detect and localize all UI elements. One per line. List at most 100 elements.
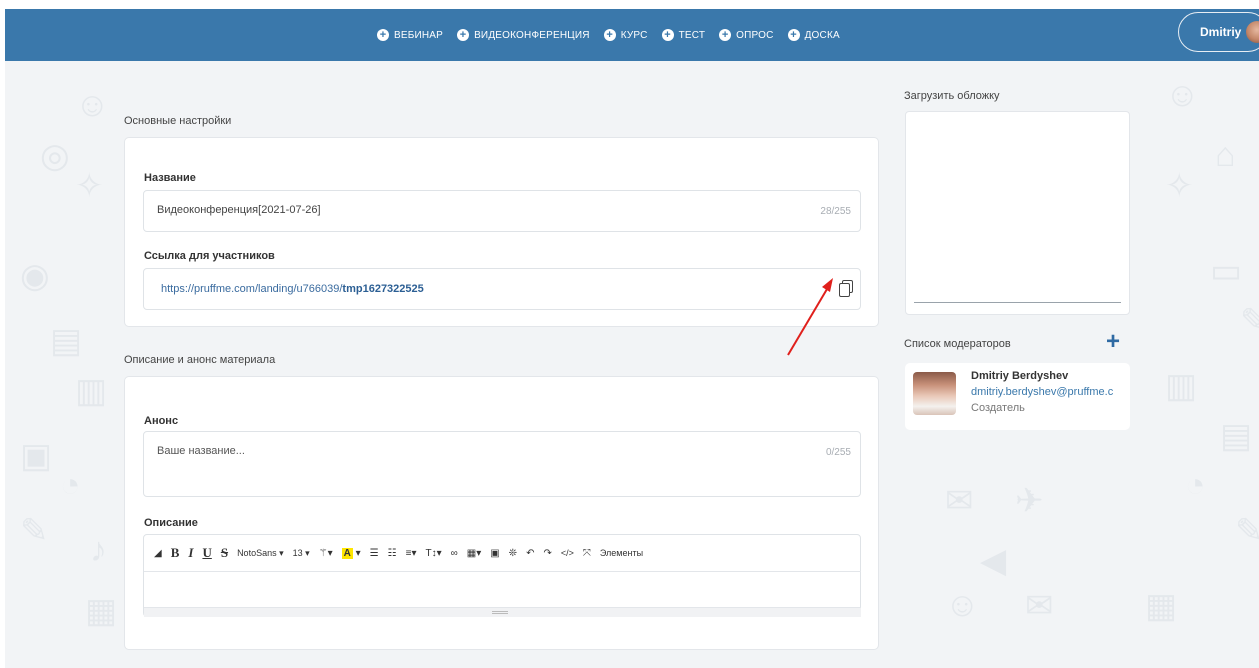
nav-item-label: ВЕБИНАР [394,29,444,41]
blocks-doodle-icon: ▦ [1145,587,1178,625]
monitor-doodle-icon: ▭ [1210,252,1243,290]
airplane-doodle-icon: ✈ [1015,482,1044,520]
graduation-cap-doodle-icon: ⌂ [1215,136,1236,174]
nav-item-course[interactable]: + КУРС [603,29,648,41]
annotation-arrow [787,278,833,356]
moderator-email[interactable]: dmitriy.berdyshev@pruffme.c [971,386,1124,398]
description-editor: ◢ B I U S NotoSans ▾ 13 ▾ ⚚▾ A ▾ ☰ ☷ ≡▾ … [143,534,861,617]
participants-link-field[interactable]: https://pruffme.com/landing/u766039/tmp1… [143,268,861,310]
name-char-counter: 28/255 [820,206,851,217]
pie-chart-doodle-icon: ◔ [1185,466,1206,504]
pie-chart-doodle-icon: ◔ [60,466,81,504]
cover-divider [914,302,1121,303]
strikethrough-button[interactable]: S [221,545,228,561]
announce-placeholder: Ваше название... [157,445,245,457]
moderator-avatar [913,372,956,415]
chart-doodle-icon: ▥ [75,372,108,410]
thumbs-up-doodle-icon: ✧ [75,167,104,205]
description-label: Описание [144,517,198,529]
bold-button[interactable]: B [171,545,180,561]
fullscreen-icon[interactable]: ⤧ [583,548,591,559]
nav-item-board[interactable]: + ДОСКА [787,29,840,41]
target-doodle-icon: ◉ [20,257,50,295]
cover-upload-label: Загрузить обложку [904,90,1000,102]
tools-doodle-icon: ✎ [20,512,49,550]
numbered-list-icon[interactable]: ☷ [388,548,397,559]
pencil-doodle-icon: ✎ [1240,302,1259,340]
link-icon[interactable]: ∞ [451,548,458,559]
grip-icon [492,611,508,614]
top-bar: + ВЕБИНАР + ВИДЕОКОНФЕРЕНЦИЯ + КУРС + ТЕ… [0,0,1259,61]
main-settings-card: Название Видеоконференция[2021-07-26] 28… [124,137,879,327]
editor-content[interactable] [144,572,861,607]
plus-icon: + [719,29,732,41]
lightbulb-doodle-icon: ☺ [1165,76,1200,114]
main-settings-title: Основные настройки [124,115,232,127]
link-slug: tmp1627322525 [342,283,424,295]
moderator-role: Создатель [971,402,1025,414]
link-prefix: https://pruffme.com/landing/u766039/ [161,283,343,295]
nav-item-videoconference[interactable]: + ВИДЕОКОНФЕРЕНЦИЯ [457,29,590,41]
align-icon[interactable]: ≡▾ [406,548,417,559]
underline-button[interactable]: U [202,545,211,561]
editor-toolbar: ◢ B I U S NotoSans ▾ 13 ▾ ⚚▾ A ▾ ☰ ☷ ≡▾ … [144,535,861,572]
chat-doodle-icon: ✉ [1025,587,1054,625]
name-label: Название [144,172,196,184]
announce-textarea[interactable]: Ваше название... 0/255 [143,431,861,497]
nav-item-webinar[interactable]: + ВЕБИНАР [377,29,443,41]
cover-upload-area[interactable] [905,111,1130,315]
user-menu-button[interactable]: Dmitriy [1178,12,1259,52]
nav-item-label: ОПРОС [736,29,774,41]
announce-label: Анонс [144,415,179,427]
description-section-title: Описание и анонс материала [124,354,276,366]
moderators-label: Список модераторов [904,338,1011,350]
elements-menu[interactable]: Элементы [600,548,643,558]
chat-doodle-icon: ✉ [945,482,974,520]
participants-link[interactable]: https://pruffme.com/landing/u766039/tmp1… [161,283,424,295]
participants-link-label: Ссылка для участников [144,250,275,262]
special-char-icon[interactable]: ❊ [509,548,517,559]
thumbs-up-doodle-icon: ✧ [1165,167,1194,205]
text-color-icon[interactable]: A ▾ [341,547,361,559]
bullet-list-icon[interactable]: ☰ [370,548,379,559]
announce-char-counter: 0/255 [825,447,851,458]
moderator-name: Dmitriy Berdyshev [971,370,1069,382]
description-card: Анонс Ваше название... 0/255 Описание ◢ … [124,376,879,650]
nav-item-label: ДОСКА [804,29,840,41]
copy-icon[interactable] [839,280,853,297]
eraser-icon[interactable]: ◢ [154,548,162,559]
add-moderator-button[interactable]: + [1106,330,1124,354]
line-height-icon[interactable]: T↕▾ [425,548,441,559]
plus-icon: + [661,29,674,41]
font-size-select[interactable]: 13 ▾ [293,548,310,559]
megaphone-doodle-icon: ◀ [980,542,1007,580]
picture-doodle-icon: ▣ [20,437,53,475]
trumpet-doodle-icon: ♪ [90,531,107,569]
undo-icon[interactable]: ↶ [526,548,534,559]
chart-doodle-icon: ▥ [1165,367,1198,405]
nav-item-label: ВИДЕОКОНФЕРЕНЦИЯ [474,29,590,41]
user-name: Dmitriy [1200,25,1242,39]
nav-item-test[interactable]: + ТЕСТ [661,29,706,41]
create-menu: + ВЕБИНАР + ВИДЕОКОНФЕРЕНЦИЯ + КУРС + ТЕ… [377,9,840,61]
italic-button[interactable]: I [188,545,193,561]
nav-item-poll[interactable]: + ОПРОС [719,29,773,41]
header: + ВЕБИНАР + ВИДЕОКОНФЕРЕНЦИЯ + КУРС + ТЕ… [5,9,1259,61]
lightbulb-doodle-icon: ☺ [75,86,110,124]
tools-doodle-icon: ✎ [1235,512,1259,550]
plus-icon: + [457,29,470,41]
redo-icon[interactable]: ↷ [543,548,551,559]
document-doodle-icon: ▤ [1220,417,1253,455]
table-icon[interactable]: ▦▾ [467,548,481,559]
moderator-card: Dmitriy Berdyshev dmitriy.berdyshev@pruf… [905,363,1130,430]
badge-doodle-icon: ◎ [40,137,70,175]
editor-resize-handle[interactable] [144,607,861,617]
name-field[interactable]: Видеоконференция[2021-07-26] 28/255 [143,190,861,232]
font-family-select[interactable]: NotoSans ▾ [237,548,284,559]
code-view-icon[interactable]: </> [561,548,574,558]
name-value: Видеоконференция[2021-07-26] [157,204,321,216]
image-icon[interactable]: ▣ [490,548,499,559]
magic-style-icon[interactable]: ⚚▾ [319,548,333,559]
lightbulb-doodle-icon: ☺ [945,586,980,624]
plus-icon: + [787,29,800,41]
